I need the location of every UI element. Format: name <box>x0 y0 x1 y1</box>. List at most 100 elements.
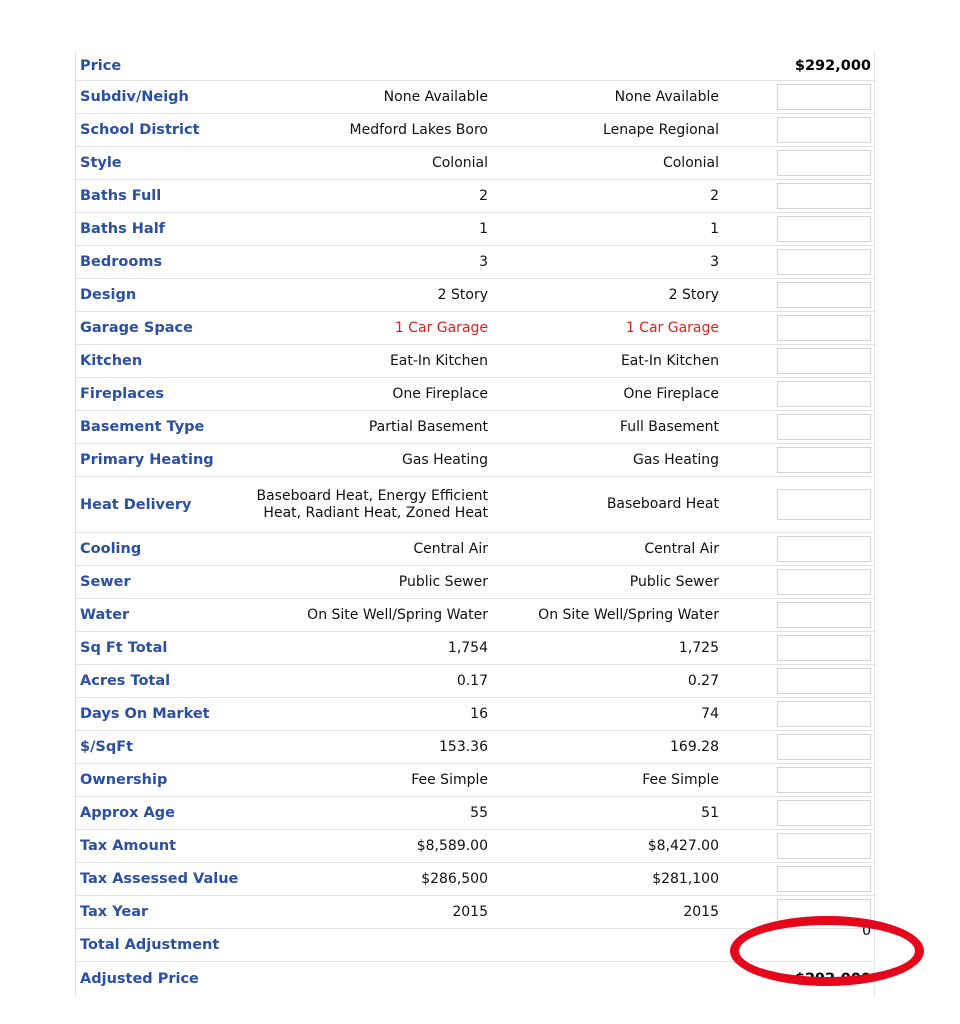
comparable-value: 2 Story <box>668 286 719 303</box>
subject-value: 1 <box>479 220 488 237</box>
table-row: Primary Heating Gas Heating Gas Heating <box>76 444 874 477</box>
row-label: Tax Year <box>80 904 149 920</box>
comparable-value: Lenape Regional <box>603 121 719 138</box>
property-comparison-table: Price $292,000 Subdiv/Neigh None Availabl… <box>75 52 875 996</box>
price-value: $292,000 <box>794 58 871 74</box>
comparable-value: Eat-In Kitchen <box>620 352 719 369</box>
comparison-rows: Subdiv/Neigh None Available None Available… <box>76 81 874 929</box>
table-row: Kitchen Eat-In Kitchen Eat-In Kitchen <box>76 345 874 378</box>
adjusted-price-value: $292,000 <box>794 971 871 987</box>
adjustment-input[interactable] <box>777 150 871 176</box>
adjustment-input[interactable] <box>777 800 871 826</box>
row-label: Basement Type <box>80 419 205 435</box>
table-row: Tax Year 2015 2015 <box>76 896 874 929</box>
table-row: $/SqFt 153.36 169.28 <box>76 731 874 764</box>
subject-value: 2 <box>479 187 488 204</box>
row-label: Garage Space <box>80 320 193 336</box>
adjustment-input[interactable] <box>777 84 871 110</box>
adjustment-input[interactable] <box>777 602 871 628</box>
subject-value: 1 Car Garage <box>394 319 488 336</box>
row-label: Design <box>80 287 137 303</box>
row-label: Cooling <box>80 541 142 557</box>
adjustment-input[interactable] <box>777 668 871 694</box>
table-row: Days On Market 16 74 <box>76 698 874 731</box>
adjustment-input[interactable] <box>777 899 871 925</box>
subject-value: None Available <box>383 88 488 105</box>
table-row: Style Colonial Colonial <box>76 147 874 180</box>
row-label: Days On Market <box>80 706 210 722</box>
row-label: Sq Ft Total <box>80 640 168 656</box>
adjustment-input[interactable] <box>777 734 871 760</box>
adjustment-input[interactable] <box>777 216 871 242</box>
subject-value: On Site Well/Spring Water <box>307 606 488 623</box>
subject-value: Medford Lakes Boro <box>349 121 488 138</box>
subject-value: 16 <box>470 705 488 722</box>
row-label: Baths Half <box>80 221 165 237</box>
adjustment-input[interactable] <box>777 348 871 374</box>
adjustment-input[interactable] <box>777 701 871 727</box>
table-row: Baths Full 2 2 <box>76 180 874 213</box>
subject-value: Partial Basement <box>368 418 488 435</box>
adjustment-input[interactable] <box>777 282 871 308</box>
comparable-value: Fee Simple <box>642 771 719 788</box>
row-label: Ownership <box>80 772 168 788</box>
subject-value: Central Air <box>413 540 488 557</box>
table-row: Water On Site Well/Spring Water On Site We… <box>76 599 874 632</box>
table-row: Acres Total 0.17 0.27 <box>76 665 874 698</box>
row-label: Tax Assessed Value <box>80 871 239 887</box>
adjustment-input[interactable] <box>777 866 871 892</box>
comparable-value: 169.28 <box>670 738 719 755</box>
adjustment-input[interactable] <box>777 117 871 143</box>
row-label: Heat Delivery <box>80 496 192 513</box>
adjustment-input[interactable] <box>777 635 871 661</box>
subject-value: 1,754 <box>447 639 488 656</box>
adjustment-input[interactable] <box>777 489 871 520</box>
comparable-value: 1 Car Garage <box>625 319 719 336</box>
table-row: Garage Space 1 Car Garage 1 Car Garage <box>76 312 874 345</box>
comparable-value: One Fireplace <box>623 385 719 402</box>
row-label: Primary Heating <box>80 452 214 468</box>
subject-value: Fee Simple <box>411 771 488 788</box>
comparable-value: 3 <box>710 253 719 270</box>
comparable-value: 2015 <box>683 903 719 920</box>
table-row: Subdiv/Neigh None Available None Available <box>76 81 874 114</box>
total-adjustment-row: Total Adjustment 0 <box>76 923 874 962</box>
comparable-value: $281,100 <box>652 870 719 887</box>
subject-value: $8,589.00 <box>416 837 488 854</box>
row-label: Bedrooms <box>80 254 163 270</box>
subject-value: $286,500 <box>421 870 488 887</box>
row-label: Approx Age <box>80 805 175 821</box>
adjustment-input[interactable] <box>777 315 871 341</box>
price-label: Price <box>80 58 122 74</box>
comparable-value: Colonial <box>662 154 719 171</box>
total-adjustment-label: Total Adjustment <box>80 937 220 953</box>
subject-value: Eat-In Kitchen <box>389 352 488 369</box>
row-label: School District <box>80 122 200 138</box>
comparable-value: Public Sewer <box>629 573 719 590</box>
adjustment-input[interactable] <box>777 183 871 209</box>
table-row: Basement Type Partial Basement Full Baseme… <box>76 411 874 444</box>
adjustment-input[interactable] <box>777 414 871 440</box>
adjustment-input[interactable] <box>777 569 871 595</box>
table-row: Sq Ft Total 1,754 1,725 <box>76 632 874 665</box>
row-label: Acres Total <box>80 673 171 689</box>
adjustment-input[interactable] <box>777 536 871 562</box>
adjustment-input[interactable] <box>777 767 871 793</box>
adjustment-input[interactable] <box>777 381 871 407</box>
adjustment-input[interactable] <box>777 447 871 473</box>
row-label: $/SqFt <box>80 739 134 755</box>
row-label: Kitchen <box>80 353 143 369</box>
table-row: Sewer Public Sewer Public Sewer <box>76 566 874 599</box>
comparable-value: Baseboard Heat <box>606 496 719 512</box>
table-row: Bedrooms 3 3 <box>76 246 874 279</box>
subject-value: Public Sewer <box>398 573 488 590</box>
row-label: Style <box>80 155 122 171</box>
adjustment-input[interactable] <box>777 249 871 275</box>
row-label: Baths Full <box>80 188 162 204</box>
adjustment-input[interactable] <box>777 833 871 859</box>
table-row: School District Medford Lakes Boro Lenape … <box>76 114 874 147</box>
comparable-value: 74 <box>701 705 719 722</box>
table-row: Fireplaces One Fireplace One Fireplace <box>76 378 874 411</box>
comparable-value: None Available <box>614 88 719 105</box>
comparable-value: 1,725 <box>678 639 719 656</box>
